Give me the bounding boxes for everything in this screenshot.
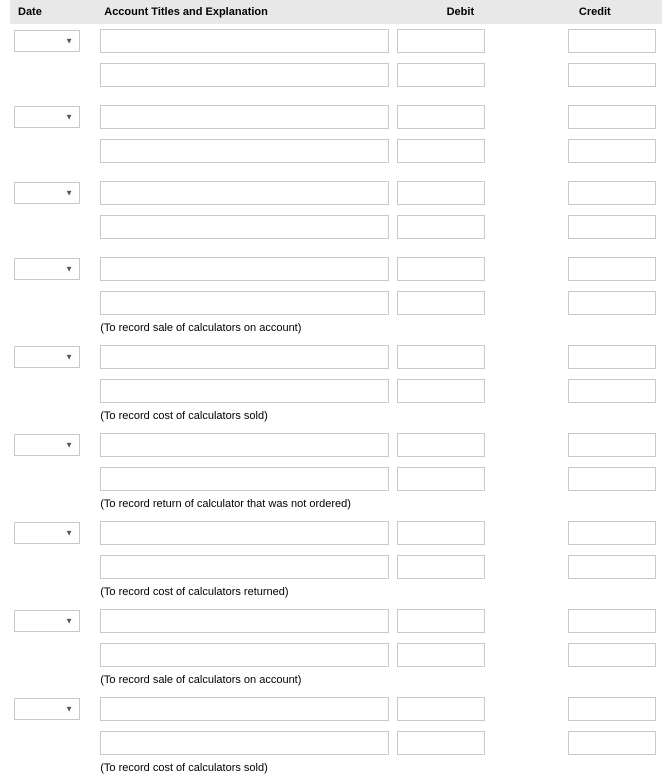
journal-row xyxy=(10,462,662,496)
journal-row xyxy=(10,692,662,726)
credit-input[interactable] xyxy=(568,105,656,129)
debit-input[interactable] xyxy=(397,29,485,53)
journal-row xyxy=(10,58,662,92)
journal-row xyxy=(10,134,662,168)
journal-row xyxy=(10,726,662,760)
account-title-input[interactable] xyxy=(100,643,389,667)
debit-input[interactable] xyxy=(397,643,485,667)
account-title-input[interactable] xyxy=(100,467,389,491)
journal-row xyxy=(10,176,662,210)
journal-row xyxy=(10,286,662,320)
header-date: Date xyxy=(10,0,96,24)
date-select[interactable] xyxy=(14,522,80,544)
date-select[interactable] xyxy=(14,434,80,456)
account-title-input[interactable] xyxy=(100,181,389,205)
debit-input[interactable] xyxy=(397,291,485,315)
date-select[interactable] xyxy=(14,30,80,52)
credit-input[interactable] xyxy=(568,433,656,457)
account-title-input[interactable] xyxy=(100,697,389,721)
account-title-input[interactable] xyxy=(100,609,389,633)
credit-input[interactable] xyxy=(568,731,656,755)
credit-input[interactable] xyxy=(568,215,656,239)
credit-input[interactable] xyxy=(568,29,656,53)
explanation-row: (To record return of calculator that was… xyxy=(10,496,662,516)
account-title-input[interactable] xyxy=(100,379,389,403)
header-credit: Credit xyxy=(528,0,662,24)
account-title-input[interactable] xyxy=(100,215,389,239)
date-select[interactable] xyxy=(14,258,80,280)
debit-input[interactable] xyxy=(397,467,485,491)
credit-input[interactable] xyxy=(568,609,656,633)
date-select[interactable] xyxy=(14,610,80,632)
account-title-input[interactable] xyxy=(100,105,389,129)
credit-input[interactable] xyxy=(568,467,656,491)
debit-input[interactable] xyxy=(397,139,485,163)
debit-input[interactable] xyxy=(397,521,485,545)
explanation-row: (To record cost of calculators sold) xyxy=(10,408,662,428)
header-debit: Debit xyxy=(393,0,527,24)
date-select[interactable] xyxy=(14,346,80,368)
debit-input[interactable] xyxy=(397,555,485,579)
journal-row xyxy=(10,340,662,374)
debit-input[interactable] xyxy=(397,433,485,457)
credit-input[interactable] xyxy=(568,521,656,545)
credit-input[interactable] xyxy=(568,181,656,205)
debit-input[interactable] xyxy=(397,63,485,87)
journal-row xyxy=(10,428,662,462)
explanation-row: (To record sale of calculators on accoun… xyxy=(10,672,662,692)
explanation-text: (To record sale of calculators on accoun… xyxy=(100,322,301,334)
account-title-input[interactable] xyxy=(100,433,389,457)
account-title-input[interactable] xyxy=(100,731,389,755)
date-select[interactable] xyxy=(14,698,80,720)
debit-input[interactable] xyxy=(397,181,485,205)
journal-row xyxy=(10,252,662,286)
credit-input[interactable] xyxy=(568,63,656,87)
explanation-text: (To record cost of calculators sold) xyxy=(100,762,268,774)
debit-input[interactable] xyxy=(397,379,485,403)
explanation-row: (To record sale of calculators on accoun… xyxy=(10,320,662,340)
account-title-input[interactable] xyxy=(100,29,389,53)
account-title-input[interactable] xyxy=(100,345,389,369)
explanation-row: (To record cost of calculators sold) xyxy=(10,760,662,780)
debit-input[interactable] xyxy=(397,731,485,755)
header-row: Date Account Titles and Explanation Debi… xyxy=(10,0,662,24)
journal-row xyxy=(10,100,662,134)
explanation-text: (To record cost of calculators returned) xyxy=(100,586,288,598)
journal-row xyxy=(10,24,662,58)
account-title-input[interactable] xyxy=(100,291,389,315)
explanation-text: (To record cost of calculators sold) xyxy=(100,410,268,422)
journal-row xyxy=(10,550,662,584)
account-title-input[interactable] xyxy=(100,139,389,163)
journal-entry-table: Date Account Titles and Explanation Debi… xyxy=(10,0,662,780)
debit-input[interactable] xyxy=(397,215,485,239)
date-select[interactable] xyxy=(14,182,80,204)
credit-input[interactable] xyxy=(568,345,656,369)
account-title-input[interactable] xyxy=(100,521,389,545)
journal-row xyxy=(10,516,662,550)
credit-input[interactable] xyxy=(568,139,656,163)
debit-input[interactable] xyxy=(397,105,485,129)
credit-input[interactable] xyxy=(568,379,656,403)
credit-input[interactable] xyxy=(568,257,656,281)
credit-input[interactable] xyxy=(568,643,656,667)
debit-input[interactable] xyxy=(397,257,485,281)
debit-input[interactable] xyxy=(397,345,485,369)
credit-input[interactable] xyxy=(568,291,656,315)
debit-input[interactable] xyxy=(397,609,485,633)
header-account: Account Titles and Explanation xyxy=(96,0,393,24)
explanation-text: (To record sale of calculators on accoun… xyxy=(100,674,301,686)
journal-row xyxy=(10,374,662,408)
explanation-text: (To record return of calculator that was… xyxy=(100,498,351,510)
account-title-input[interactable] xyxy=(100,555,389,579)
debit-input[interactable] xyxy=(397,697,485,721)
journal-row xyxy=(10,604,662,638)
account-title-input[interactable] xyxy=(100,257,389,281)
credit-input[interactable] xyxy=(568,697,656,721)
journal-row xyxy=(10,210,662,244)
journal-row xyxy=(10,638,662,672)
account-title-input[interactable] xyxy=(100,63,389,87)
explanation-row: (To record cost of calculators returned) xyxy=(10,584,662,604)
date-select[interactable] xyxy=(14,106,80,128)
credit-input[interactable] xyxy=(568,555,656,579)
